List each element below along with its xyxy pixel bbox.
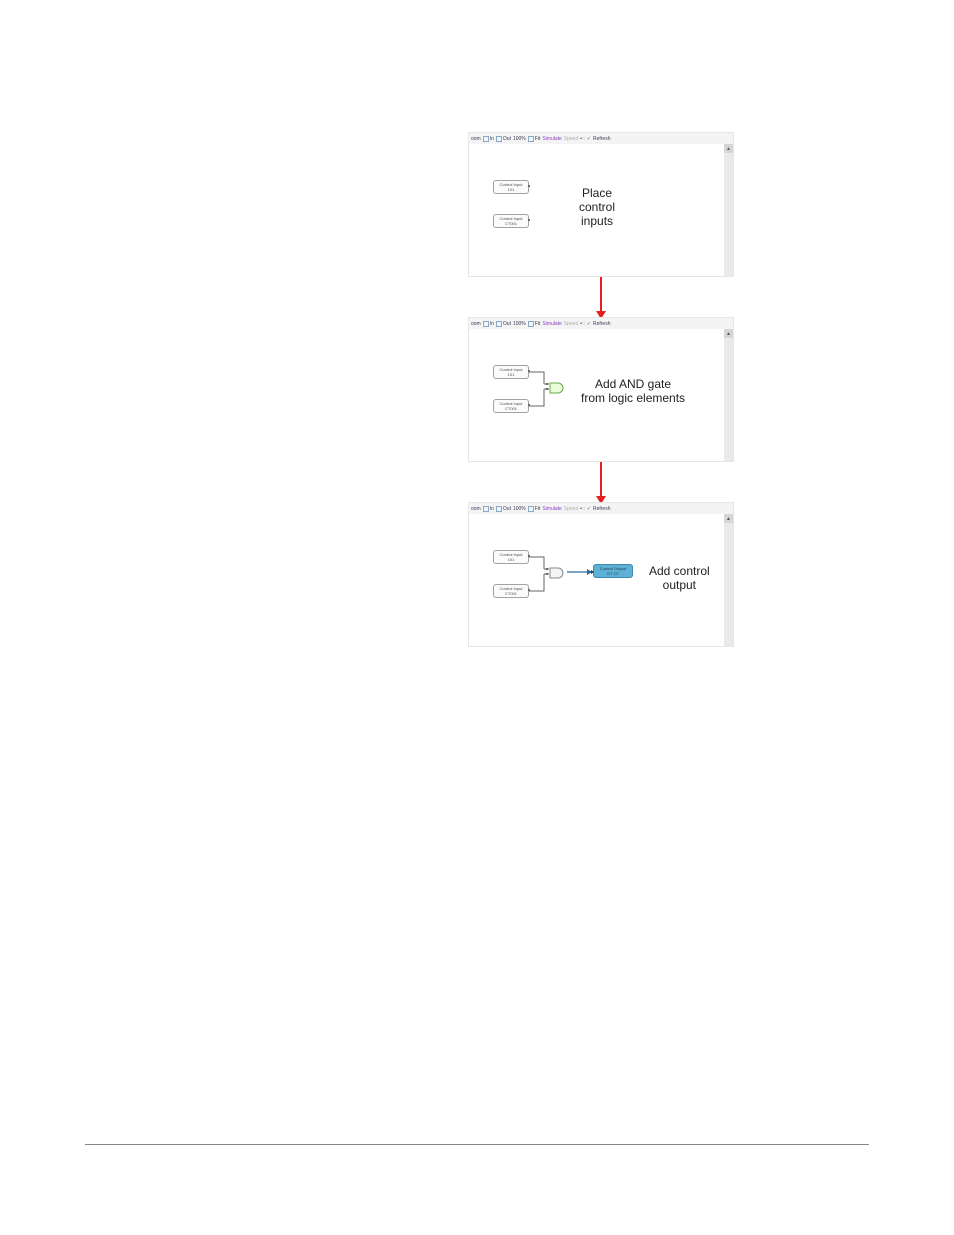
caption-line: Place (579, 186, 615, 200)
toolbar-refresh[interactable]: Refresh (593, 136, 611, 142)
toolbar-out[interactable]: Out (503, 321, 511, 327)
toolbar-simulate[interactable]: Simulate (542, 321, 561, 327)
zoom-in-icon[interactable] (483, 136, 489, 142)
caption-line: control (579, 200, 615, 214)
toolbar-zoom: 100% (513, 506, 526, 512)
zoom-in-icon[interactable] (483, 321, 489, 327)
zoom-out-icon[interactable] (496, 321, 502, 327)
toolbar-speed-label: Speed (564, 136, 578, 142)
toolbar-speed-label: Speed (564, 506, 578, 512)
and-gate[interactable] (549, 381, 567, 393)
output-pin[interactable] (528, 219, 530, 221)
scroll-up-icon[interactable]: ▲ (724, 329, 733, 338)
zoom-in-icon[interactable] (483, 506, 489, 512)
toolbar-in[interactable]: In (490, 321, 494, 327)
control-input-block[interactable]: Control Input CT001 (493, 214, 529, 228)
toolbar-simulate[interactable]: Simulate (542, 136, 561, 142)
scrollbar[interactable]: ▲ (724, 144, 733, 276)
arrow-shaft (600, 462, 602, 498)
panel-step-3: oom In Out 100% Fit Simulate Speed • : ✓… (468, 502, 734, 647)
panel-step-1: oom In Out 100% Fit Simulate Speed • : ✓… (468, 132, 734, 277)
panel-step-2: oom In Out 100% Fit Simulate Speed • : ✓… (468, 317, 734, 462)
toolbar-speed-spinner[interactable]: • : (580, 506, 585, 512)
block-subtitle: CT001 (505, 221, 517, 226)
zoom-out-icon[interactable] (496, 136, 502, 142)
toolbar-out[interactable]: Out (503, 136, 511, 142)
block-subtitle: 101 (508, 187, 515, 192)
caption-line: inputs (579, 214, 615, 228)
toolbar-refresh[interactable]: Refresh (593, 506, 611, 512)
zoom-out-icon[interactable] (496, 506, 502, 512)
wires (469, 329, 589, 429)
output-pin[interactable] (528, 185, 530, 187)
toolbar-speed-spinner[interactable]: • : (580, 136, 585, 142)
step-caption: Place control inputs (579, 186, 615, 228)
caption-line: Add control (649, 564, 710, 578)
toolbar-out[interactable]: Out (503, 506, 511, 512)
toolbar-simulate[interactable]: Simulate (542, 506, 561, 512)
toolbar-fit[interactable]: Fit (535, 136, 541, 142)
toolbar-fit[interactable]: Fit (535, 321, 541, 327)
toolbar-speed-spinner[interactable]: • : (580, 321, 585, 327)
scroll-up-icon[interactable]: ▲ (724, 514, 733, 523)
step-caption: Add control output (649, 564, 710, 592)
step-arrow (600, 462, 602, 502)
control-output-block[interactable]: Control Output OT OT (593, 564, 633, 578)
canvas[interactable]: Control Input 101 Control Input CT001 Pl… (469, 144, 724, 276)
refresh-icon[interactable]: ✓ (587, 506, 591, 512)
toolbar-zoom: 100% (513, 321, 526, 327)
zoom-fit-icon[interactable] (528, 321, 534, 327)
scrollbar[interactable]: ▲ (724, 514, 733, 646)
caption-line: Add AND gate (581, 377, 685, 391)
zoom-fit-icon[interactable] (528, 506, 534, 512)
refresh-icon[interactable]: ✓ (587, 136, 591, 142)
scrollbar[interactable]: ▲ (724, 329, 733, 461)
canvas[interactable]: Control Input 101 Control Input CT001 (469, 514, 724, 646)
toolbar-text-oom: oom (471, 136, 481, 142)
toolbar-zoom: 100% (513, 136, 526, 142)
arrow-shaft (600, 277, 602, 313)
step-caption: Add AND gate from logic elements (581, 377, 685, 405)
zoom-fit-icon[interactable] (528, 136, 534, 142)
step-arrow (600, 277, 602, 317)
toolbar-in[interactable]: In (490, 506, 494, 512)
toolbar-in[interactable]: In (490, 136, 494, 142)
caption-line: from logic elements (581, 391, 685, 405)
scroll-up-icon[interactable]: ▲ (724, 144, 733, 153)
caption-line: output (649, 578, 710, 592)
refresh-icon[interactable]: ✓ (587, 321, 591, 327)
horizontal-rule (85, 1144, 869, 1145)
toolbar-text-oom: oom (471, 506, 481, 512)
canvas[interactable]: Control Input 101 Control Input CT001 (469, 329, 724, 461)
step-figure: oom In Out 100% Fit Simulate Speed • : ✓… (468, 132, 734, 687)
input-pin[interactable] (591, 570, 594, 574)
and-gate[interactable] (549, 566, 567, 578)
control-input-block[interactable]: Control Input 101 (493, 180, 529, 194)
toolbar-speed-label: Speed (564, 321, 578, 327)
toolbar-text-oom: oom (471, 321, 481, 327)
toolbar-fit[interactable]: Fit (535, 506, 541, 512)
toolbar-refresh[interactable]: Refresh (593, 321, 611, 327)
block-subtitle: OT OT (607, 571, 619, 576)
document-page: oom In Out 100% Fit Simulate Speed • : ✓… (0, 0, 954, 1235)
